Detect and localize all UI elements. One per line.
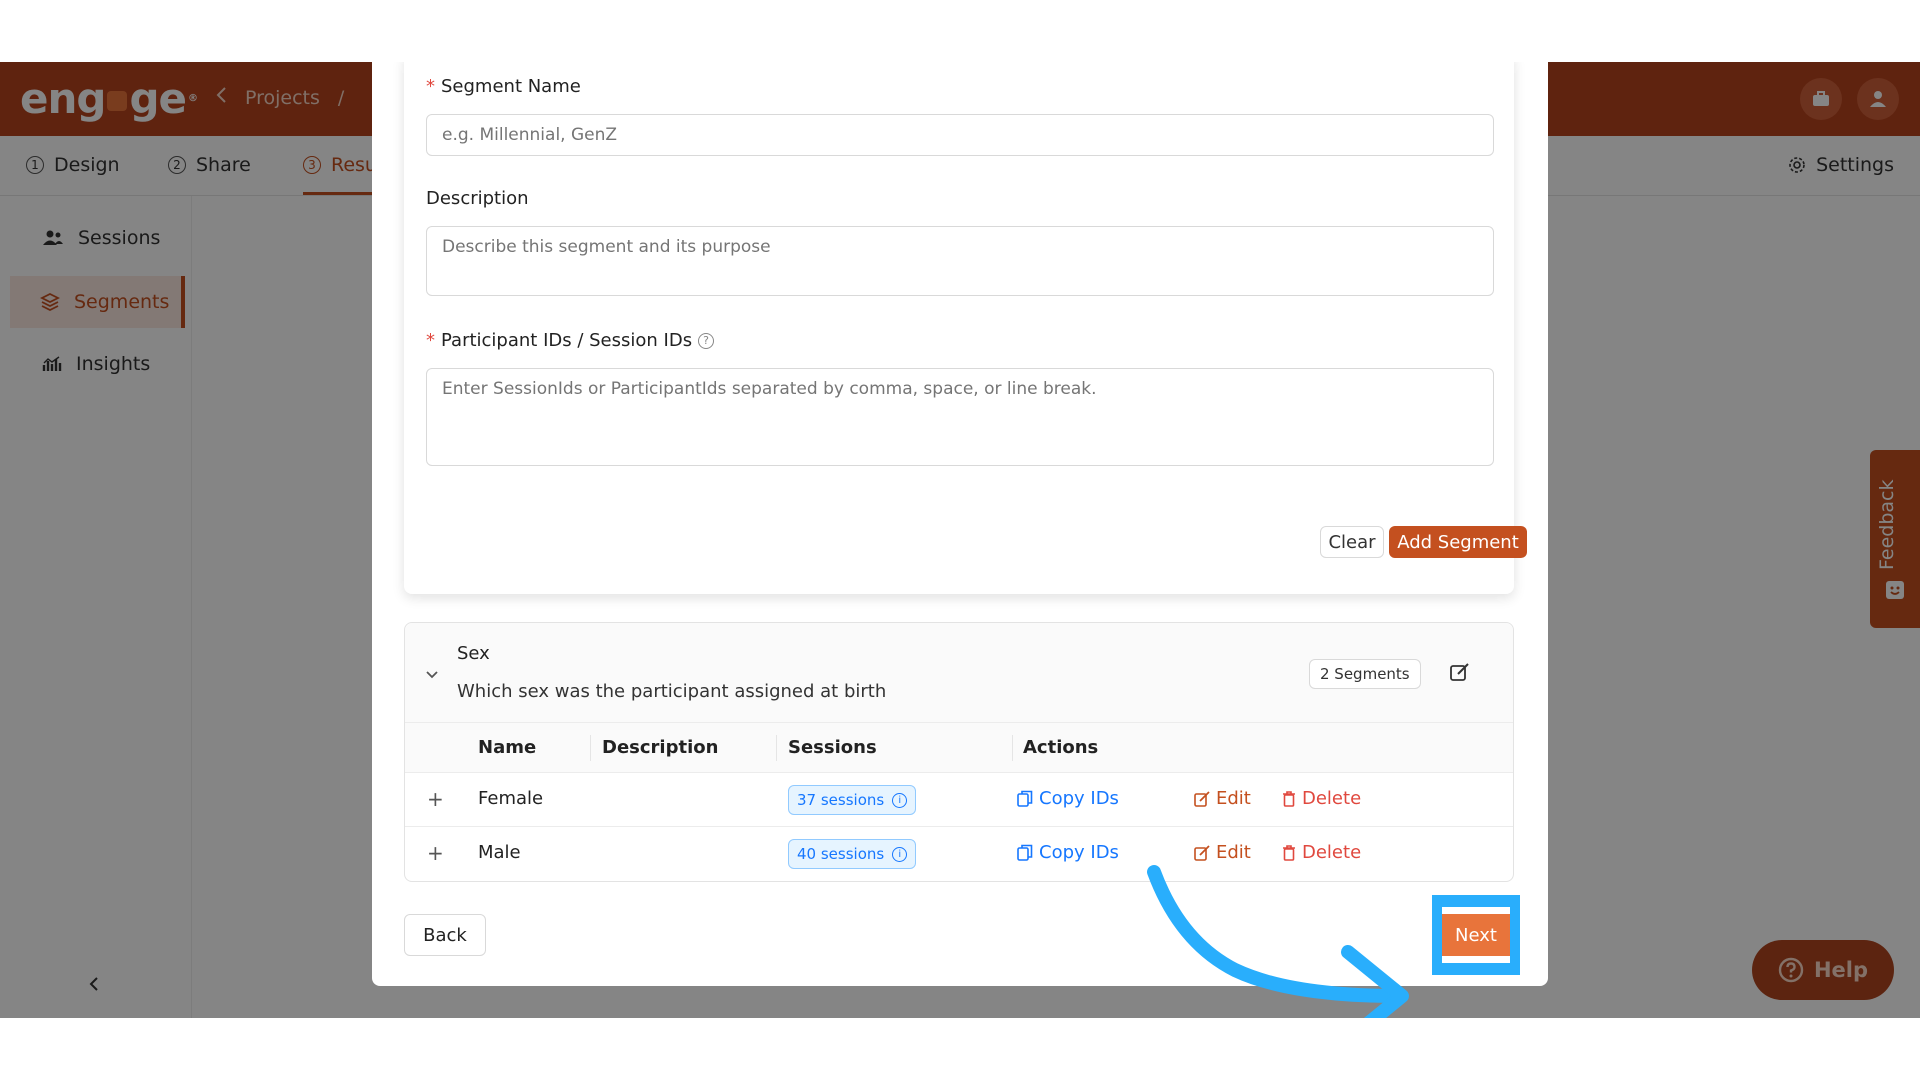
segment-name: Female <box>478 788 544 809</box>
segment-name-input[interactable] <box>426 114 1494 156</box>
back-button[interactable]: Back <box>404 914 486 956</box>
copy-ids-button[interactable]: Copy IDs <box>1017 788 1119 809</box>
segment-form-card: * Segment Name Description * Participant… <box>404 62 1527 594</box>
chevron-down-icon[interactable] <box>425 665 439 684</box>
clear-button[interactable]: Clear <box>1320 526 1384 558</box>
info-icon: i <box>892 846 908 862</box>
participant-ids-label: * Participant IDs / Session IDs ? <box>426 330 715 351</box>
segment-group-header[interactable]: Sex Which sex was the participant assign… <box>405 623 1513 723</box>
column-header-name: Name <box>478 737 537 758</box>
column-header-sessions: Sessions <box>788 737 877 758</box>
edit-icon[interactable] <box>1449 661 1471 683</box>
info-icon: i <box>892 792 908 808</box>
question-circle-icon[interactable]: ? <box>698 332 715 349</box>
participant-ids-field[interactable] <box>426 368 1494 466</box>
action-label: Copy IDs <box>1039 788 1119 809</box>
description-label: Description <box>426 188 529 209</box>
segment-count-badge: 2 Segments <box>1309 659 1421 689</box>
segment-group-description: Which sex was the participant assigned a… <box>457 681 887 702</box>
pointer-arrow-icon <box>1147 865 1409 1018</box>
expand-row-icon[interactable]: + <box>427 787 444 811</box>
sessions-count: 40 sessions <box>797 845 885 863</box>
label-text: Description <box>426 188 529 209</box>
segment-group-title: Sex <box>457 643 490 664</box>
label-text: Participant IDs / Session IDs <box>441 330 693 351</box>
label-text: Segment Name <box>441 76 581 97</box>
copy-icon <box>1017 790 1033 807</box>
required-mark: * <box>426 330 435 351</box>
required-mark: * <box>426 76 435 97</box>
sessions-badge[interactable]: 40 sessions i <box>788 839 917 869</box>
segment-name-label: * Segment Name <box>426 76 581 97</box>
column-divider <box>776 735 777 761</box>
add-segment-button[interactable]: Add Segment <box>1389 526 1527 558</box>
next-button[interactable]: Next <box>1442 907 1510 963</box>
sessions-badge[interactable]: 37 sessions i <box>788 785 917 815</box>
copy-ids-button[interactable]: Copy IDs <box>1017 842 1119 863</box>
description-field[interactable] <box>426 226 1494 296</box>
segment-name: Male <box>478 842 521 863</box>
expand-row-icon[interactable]: + <box>427 841 444 865</box>
copy-icon <box>1017 844 1033 861</box>
column-divider <box>1012 735 1013 761</box>
table-header: Name Description Sessions Actions <box>405 723 1513 773</box>
column-divider <box>590 735 591 761</box>
action-label: Copy IDs <box>1039 842 1119 863</box>
app-window: eng ge ® Projects / 1 Design 2 Share 3 Res… <box>0 62 1920 1018</box>
column-header-description: Description <box>602 737 719 758</box>
column-header-actions: Actions <box>1023 737 1099 758</box>
sessions-count: 37 sessions <box>797 791 885 809</box>
